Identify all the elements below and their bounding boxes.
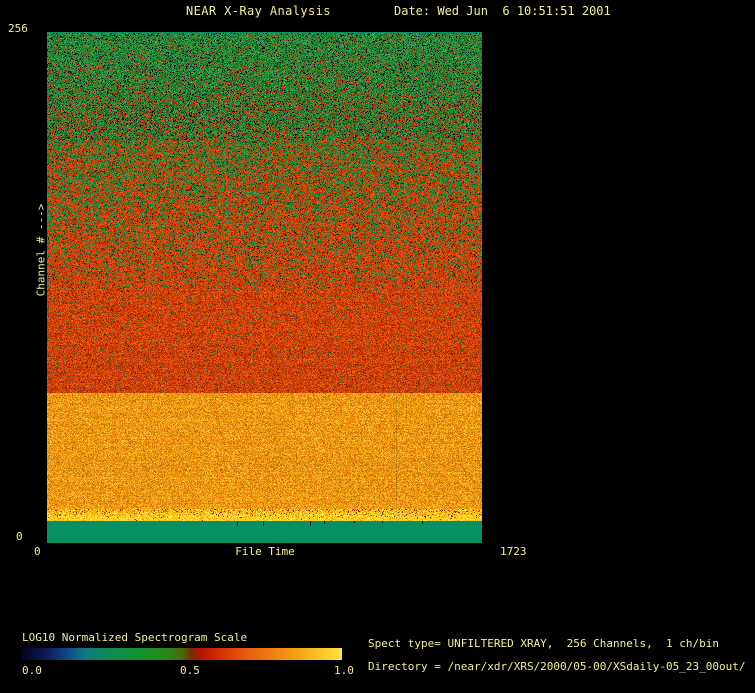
colorbar-tick-max: 1.0 [334, 664, 354, 677]
directory-label: Directory = /near/xdr/XRS/2000/05-00/XSd… [368, 660, 746, 673]
y-axis-max-label: 256 [8, 22, 28, 35]
near-xray-analysis-screen: { "title": "NEAR X-Ray Analysis", "date_… [0, 0, 755, 693]
colorbar-gradient [22, 648, 342, 660]
date-label: Date: Wed Jun 6 10:51:51 2001 [394, 4, 611, 18]
x-axis-max-label: 1723 [500, 545, 527, 558]
colorbar-tick-min: 0.0 [22, 664, 42, 677]
colorbar-tick-mid: 0.5 [180, 664, 200, 677]
y-axis-title: Channel # ---> [34, 203, 48, 297]
x-axis-min-label: 0 [34, 545, 41, 558]
x-axis-title: File Time [235, 545, 295, 558]
page-title: NEAR X-Ray Analysis [186, 4, 331, 18]
spect-type-label: Spect type= UNFILTERED XRAY, 256 Channel… [368, 637, 719, 650]
spectrogram-plot [47, 32, 482, 543]
colorbar-title: LOG10 Normalized Spectrogram Scale [22, 631, 248, 644]
y-axis-min-label: 0 [16, 530, 23, 543]
